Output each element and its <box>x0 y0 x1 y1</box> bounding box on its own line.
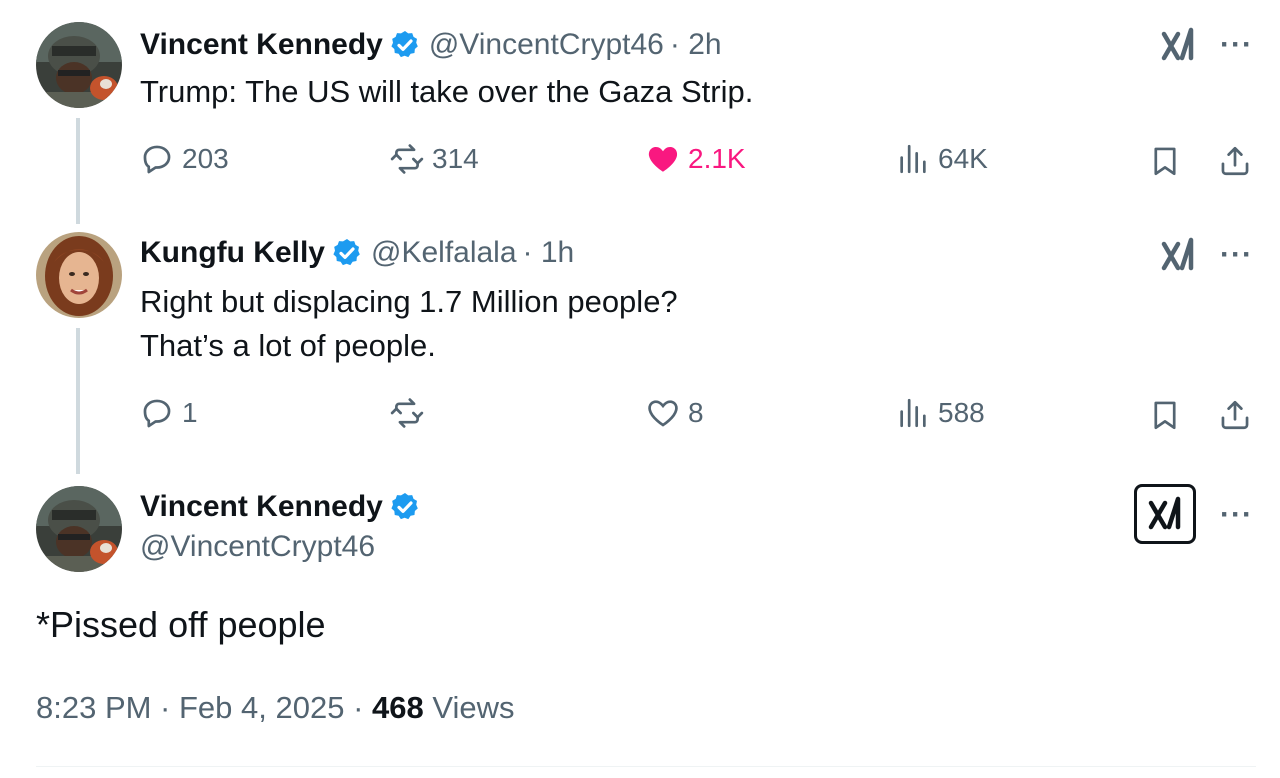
views-count: 64K <box>938 143 988 174</box>
views-button[interactable]: 64K <box>896 142 988 176</box>
verified-badge-icon <box>389 29 421 61</box>
retweet-button[interactable]: 314 <box>390 142 479 176</box>
tweet-time[interactable]: 8:23 PM · Feb 4, 2025 · <box>36 690 372 725</box>
share-icon[interactable] <box>1218 398 1252 432</box>
views-label: Views <box>423 690 515 725</box>
xai-grok-button[interactable] <box>1134 484 1196 544</box>
tweet-text-line: Right but displacing 1.7 Million people? <box>140 284 678 319</box>
tweet-text-line: That’s a lot of people. <box>140 328 436 363</box>
reply-icon <box>140 142 174 176</box>
avatar[interactable] <box>36 22 122 108</box>
reply-icon <box>140 396 174 430</box>
analytics-icon <box>896 142 930 176</box>
xai-grok-icon <box>1145 495 1185 533</box>
tweet-time[interactable]: · 2h <box>670 28 722 62</box>
tweet-header: Vincent Kennedy @VincentCrypt46 · 2h <box>140 26 722 64</box>
retweet-count: 314 <box>432 143 479 174</box>
views-button[interactable]: 588 <box>896 396 985 430</box>
main-tweet-author: Vincent Kennedy <box>140 488 421 526</box>
analytics-icon <box>896 396 930 430</box>
tweet-header: Kungfu Kelly @Kelfalala · 1h <box>140 234 574 272</box>
tweet-text: Right but displacing 1.7 Million people?… <box>140 280 678 368</box>
reply-button[interactable]: 1 <box>140 396 198 430</box>
views-count: 588 <box>938 397 985 428</box>
author-handle[interactable]: @VincentCrypt46 <box>140 530 375 564</box>
reply-button[interactable]: 203 <box>140 142 229 176</box>
thread-line <box>76 328 80 474</box>
tweet-text: Trump: The US will take over the Gaza St… <box>140 74 754 109</box>
avatar[interactable] <box>36 232 122 318</box>
thread-line <box>76 118 80 224</box>
share-icon[interactable] <box>1218 144 1252 178</box>
more-icon[interactable]: ··· <box>1220 498 1253 532</box>
verified-badge-icon <box>389 491 421 523</box>
author-name[interactable]: Kungfu Kelly <box>140 236 325 270</box>
heart-icon <box>646 396 680 430</box>
bookmark-icon[interactable] <box>1148 144 1182 178</box>
like-button[interactable]: 8 <box>646 396 704 430</box>
tweet-timestamp: 8:23 PM · Feb 4, 2025 · 468 Views <box>36 690 515 726</box>
author-name[interactable]: Vincent Kennedy <box>140 28 383 62</box>
reply-count: 203 <box>182 143 229 174</box>
reply-count: 1 <box>182 397 198 428</box>
author-handle[interactable]: @VincentCrypt46 <box>429 28 664 62</box>
retweet-button[interactable] <box>390 396 432 430</box>
main-tweet-text: *Pissed off people <box>36 604 326 645</box>
retweet-icon <box>390 142 424 176</box>
views-count: 468 <box>372 690 424 725</box>
divider <box>36 766 1256 767</box>
like-button[interactable]: 2.1K <box>646 142 746 176</box>
more-icon[interactable]: ··· <box>1220 238 1253 272</box>
like-count: 8 <box>688 397 704 428</box>
bookmark-icon[interactable] <box>1148 398 1182 432</box>
retweet-icon <box>390 396 424 430</box>
xai-grok-icon[interactable] <box>1158 26 1198 64</box>
tweet-time[interactable]: · 1h <box>523 236 575 270</box>
author-handle[interactable]: @Kelfalala <box>371 236 517 270</box>
xai-grok-icon[interactable] <box>1158 236 1198 274</box>
verified-badge-icon <box>331 237 363 269</box>
author-name[interactable]: Vincent Kennedy <box>140 490 383 524</box>
more-icon[interactable]: ··· <box>1220 28 1253 62</box>
like-count: 2.1K <box>688 143 746 174</box>
heart-icon <box>646 142 680 176</box>
avatar[interactable] <box>36 486 122 572</box>
